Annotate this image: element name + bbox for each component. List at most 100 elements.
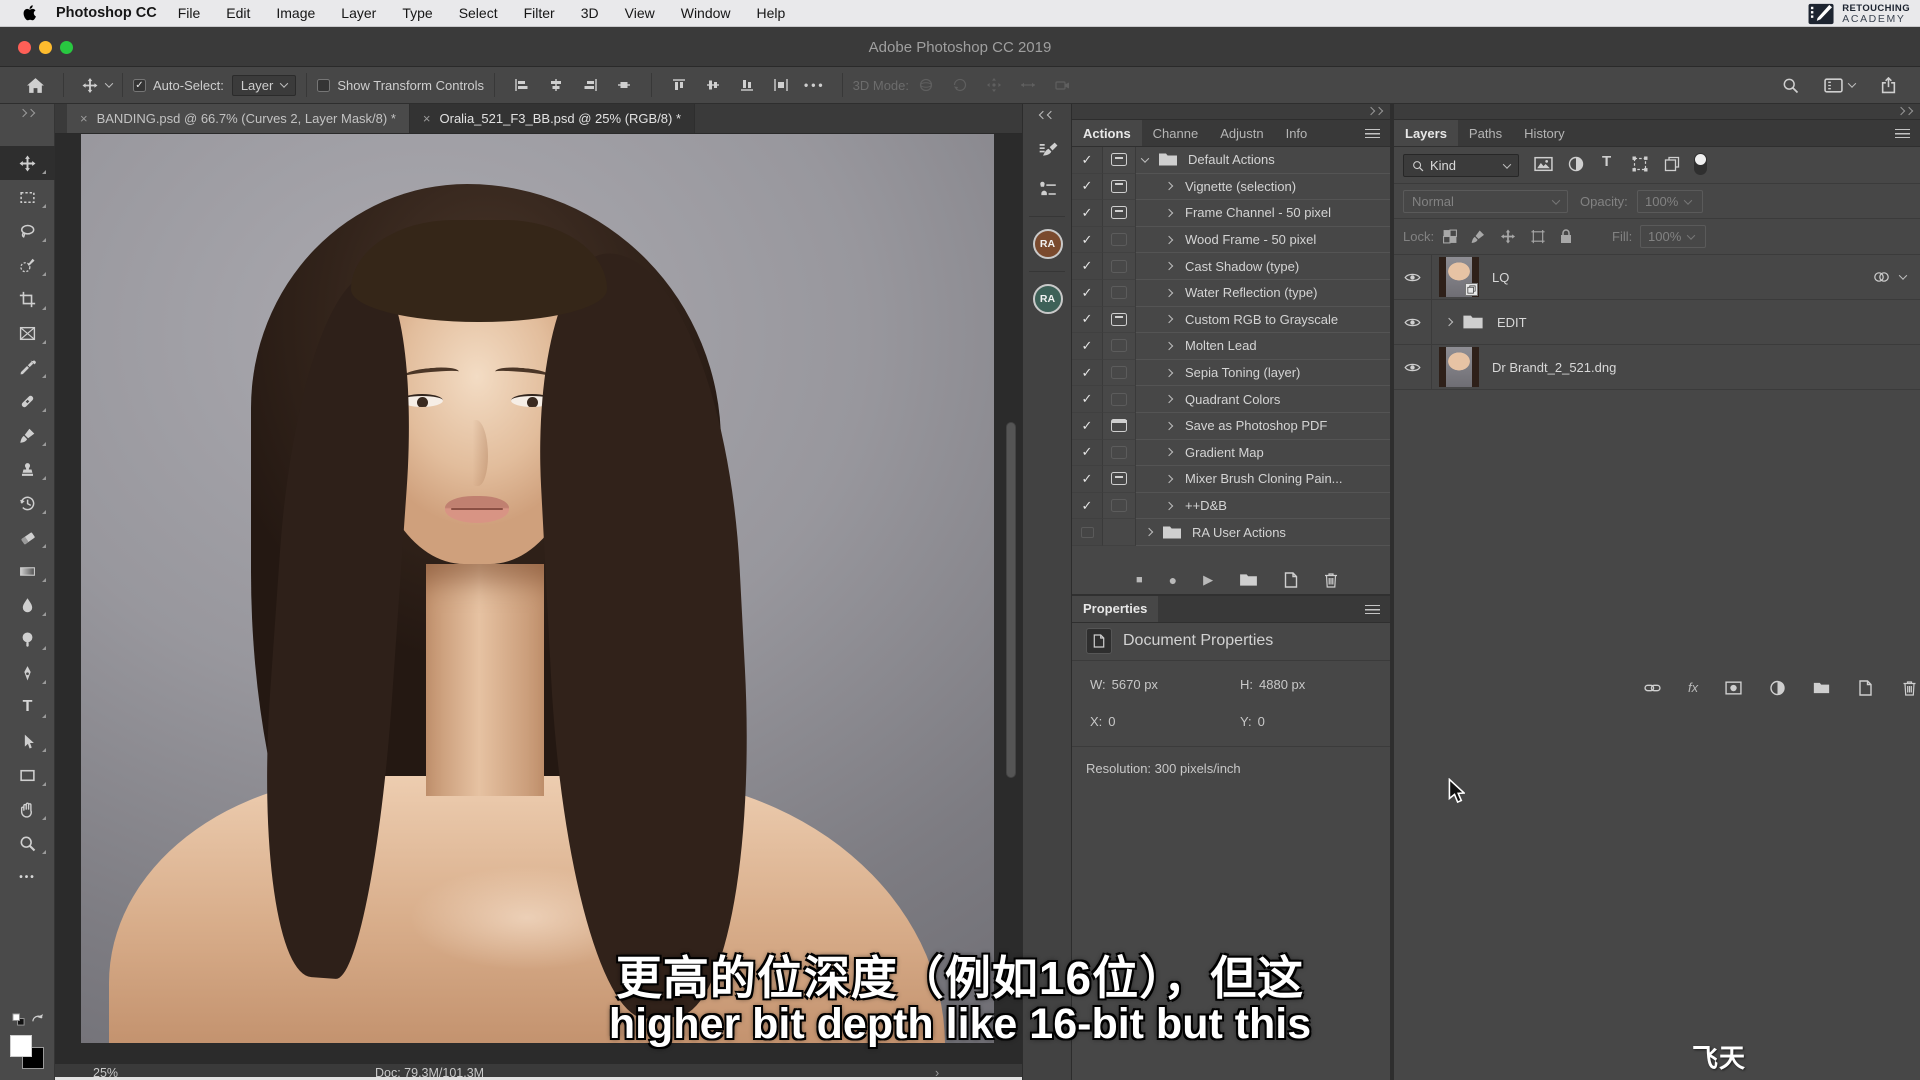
tool-hand[interactable]: [0, 792, 55, 826]
filter-kind-dropdown[interactable]: Kind: [1403, 154, 1519, 177]
toolbar-collapse-icon[interactable]: [0, 104, 54, 116]
chevron-right-icon[interactable]: [1165, 289, 1173, 297]
tool-clone-stamp[interactable]: [0, 452, 55, 486]
action-row[interactable]: RA User Actions: [1072, 519, 1390, 546]
chevron-right-icon[interactable]: [1165, 448, 1173, 456]
align-button-4[interactable]: [616, 78, 632, 92]
action-enabled-checkbox[interactable]: ✓: [1072, 466, 1103, 493]
tool-dodge[interactable]: [0, 622, 55, 656]
tab-actions[interactable]: Actions: [1072, 120, 1142, 146]
action-enabled-checkbox[interactable]: ✓: [1072, 413, 1103, 440]
align-button-5[interactable]: [671, 78, 687, 92]
layer-visibility-toggle[interactable]: [1394, 255, 1432, 299]
action-enabled-checkbox[interactable]: ✓: [1072, 280, 1103, 307]
action-dialog-toggle[interactable]: [1103, 386, 1136, 413]
tab-adjustn[interactable]: Adjustn: [1209, 120, 1274, 146]
action-dialog-toggle[interactable]: [1103, 360, 1136, 387]
3d-mode-button-4[interactable]: [1020, 77, 1036, 93]
menu-item-edit[interactable]: Edit: [213, 5, 263, 21]
lock-transparency-icon[interactable]: [1442, 229, 1458, 244]
new-group-icon[interactable]: [1813, 680, 1830, 696]
action-enabled-checkbox[interactable]: ✓: [1072, 307, 1103, 334]
chevron-right-icon[interactable]: [1165, 342, 1173, 350]
action-dialog-toggle[interactable]: [1103, 413, 1136, 440]
align-button-7[interactable]: [739, 78, 755, 92]
3d-mode-button-1[interactable]: [918, 77, 934, 93]
adjustment-layer-icon[interactable]: [1769, 680, 1786, 696]
menu-item-filter[interactable]: Filter: [511, 5, 568, 21]
align-button-3[interactable]: [582, 78, 598, 92]
ra-panel-button-2[interactable]: RA: [1023, 280, 1072, 318]
menu-item-help[interactable]: Help: [744, 5, 799, 21]
chevron-right-icon[interactable]: [1445, 318, 1453, 326]
lock-artboard-icon[interactable]: [1530, 229, 1546, 244]
share-icon[interactable]: [1879, 77, 1898, 94]
delete-action-icon[interactable]: [1324, 572, 1338, 588]
filter-pixel-layers-icon[interactable]: [1534, 156, 1553, 172]
tool-path-selection[interactable]: [0, 724, 55, 758]
action-dialog-toggle[interactable]: [1103, 147, 1136, 174]
tool-rectangular-marquee[interactable]: [0, 180, 55, 214]
action-enabled-checkbox[interactable]: ✓: [1072, 386, 1103, 413]
tool-frame[interactable]: [0, 316, 55, 350]
new-action-icon[interactable]: [1284, 572, 1298, 588]
action-row[interactable]: ✓Vignette (selection): [1072, 174, 1390, 201]
delete-layer-icon[interactable]: [1901, 680, 1918, 696]
filter-smart-objects-icon[interactable]: [1664, 156, 1680, 172]
menu-item-layer[interactable]: Layer: [328, 5, 389, 21]
document-tab-2[interactable]: ×Oralia_521_F3_BB.psd @ 25% (RGB/8) *: [410, 104, 695, 133]
tool-edit-toolbar[interactable]: •••: [0, 860, 55, 894]
link-layers-icon[interactable]: [1644, 680, 1661, 696]
layer-name[interactable]: LQ: [1492, 270, 1509, 285]
auto-select-dropdown[interactable]: Layer: [232, 75, 297, 96]
action-enabled-checkbox[interactable]: ✓: [1072, 440, 1103, 467]
filtering-toggle[interactable]: [1694, 153, 1707, 175]
action-enabled-checkbox[interactable]: ✓: [1072, 333, 1103, 360]
apple-icon[interactable]: [22, 5, 38, 21]
ra-panel-button-1[interactable]: RA: [1023, 225, 1072, 263]
action-row[interactable]: ✓Default Actions: [1072, 147, 1390, 174]
panel-menu-icon[interactable]: [1365, 605, 1380, 614]
tool-gradient[interactable]: [0, 554, 55, 588]
record-icon[interactable]: ●: [1169, 572, 1177, 588]
action-dialog-toggle[interactable]: [1103, 227, 1136, 254]
chevron-right-icon[interactable]: [1165, 368, 1173, 376]
blend-mode-dropdown[interactable]: Normal: [1403, 190, 1568, 213]
menu-item-window[interactable]: Window: [668, 5, 744, 21]
menu-item-file[interactable]: File: [165, 5, 214, 21]
action-enabled-checkbox[interactable]: ✓: [1072, 493, 1103, 520]
move-preset-chevron-icon[interactable]: [105, 79, 113, 87]
align-button-1[interactable]: [514, 78, 530, 92]
action-row[interactable]: ✓Sepia Toning (layer): [1072, 360, 1390, 387]
tab-layers[interactable]: Layers: [1394, 120, 1458, 146]
action-enabled-checkbox[interactable]: [1072, 519, 1103, 546]
chevron-right-icon[interactable]: [1145, 528, 1153, 536]
action-row[interactable]: ✓Water Reflection (type): [1072, 280, 1390, 307]
stop-playing-icon[interactable]: ■: [1136, 574, 1143, 586]
lock-pixels-icon[interactable]: [1470, 229, 1486, 244]
close-tab-icon[interactable]: ×: [80, 111, 88, 126]
action-dialog-toggle[interactable]: [1103, 200, 1136, 227]
layer-thumbnail[interactable]: [1439, 347, 1479, 387]
action-enabled-checkbox[interactable]: ✓: [1072, 253, 1103, 280]
tool-quick-selection[interactable]: [0, 248, 55, 282]
filter-adjustment-layers-icon[interactable]: [1568, 156, 1584, 172]
action-row[interactable]: ✓Wood Frame - 50 pixel: [1072, 227, 1390, 254]
layer-thumbnail[interactable]: [1439, 257, 1479, 297]
action-enabled-checkbox[interactable]: ✓: [1072, 147, 1103, 174]
action-dialog-toggle[interactable]: [1103, 333, 1136, 360]
action-row[interactable]: ✓Frame Channel - 50 pixel: [1072, 200, 1390, 227]
search-icon[interactable]: [1781, 77, 1800, 94]
new-layer-icon[interactable]: [1857, 680, 1874, 696]
action-dialog-toggle[interactable]: [1103, 466, 1136, 493]
chevron-right-icon[interactable]: [1165, 421, 1173, 429]
new-set-folder-icon[interactable]: [1239, 573, 1258, 587]
align-button-2[interactable]: [548, 78, 564, 92]
3d-mode-button-5[interactable]: [1054, 77, 1070, 93]
tab-properties[interactable]: Properties: [1072, 596, 1158, 622]
layer-visibility-toggle[interactable]: [1394, 345, 1432, 389]
chevron-right-icon[interactable]: [1165, 475, 1173, 483]
menu-item-type[interactable]: Type: [389, 5, 445, 21]
menu-item-select[interactable]: Select: [446, 5, 511, 21]
chevron-right-icon[interactable]: [1165, 395, 1173, 403]
